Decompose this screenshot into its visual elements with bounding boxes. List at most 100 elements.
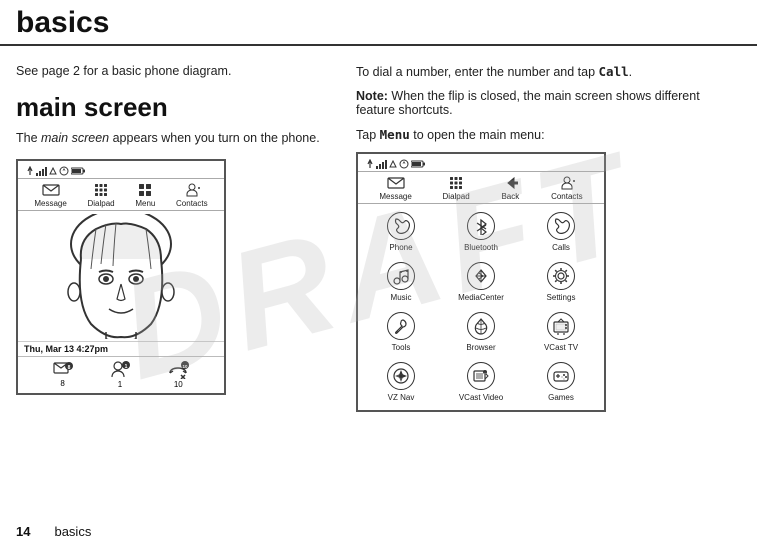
page-footer: 14 basics — [16, 524, 91, 539]
menu-browser-label: Browser — [466, 343, 495, 352]
bottom-msg-count: 8 — [60, 379, 64, 388]
phone-toolbar-labels: Message — [18, 179, 224, 211]
toolbar-menu-label: Menu — [135, 199, 155, 208]
menu-item-settings[interactable]: Settings — [522, 258, 600, 306]
menu-keyword: Menu — [380, 127, 410, 142]
vcast-video-menu-icon: + — [467, 362, 495, 390]
games-menu-icon — [547, 362, 575, 390]
svg-text:10: 10 — [183, 364, 189, 369]
footer-label: basics — [54, 524, 91, 539]
menu-item-vcast-tv[interactable]: VCast TV — [522, 308, 600, 356]
menu-games-label: Games — [548, 393, 574, 402]
page-header: basics — [0, 0, 757, 46]
call-keyword: Call — [599, 64, 629, 79]
phone-menu-icon — [387, 212, 415, 240]
svg-text:+: + — [484, 371, 486, 375]
note-paragraph: Note: When the flip is closed, the main … — [356, 89, 741, 117]
menu-settings-label: Settings — [547, 293, 576, 302]
bluetooth-menu-icon — [467, 212, 495, 240]
menu-item-browser[interactable]: Browser — [442, 308, 520, 356]
menu-toolbar-message[interactable]: Message — [379, 176, 411, 201]
note-label: Note: — [356, 89, 388, 103]
tap-text-1: Tap — [356, 128, 380, 142]
tap-instruction: Tap Menu to open the main menu: — [356, 127, 741, 142]
desc-italic: main screen — [41, 131, 109, 145]
menu-toolbar-icon — [135, 183, 155, 197]
calls-menu-icon — [547, 212, 575, 240]
menu-item-bluetooth[interactable]: Bluetooth — [442, 208, 520, 256]
note-body: When the flip is closed, the main screen… — [356, 89, 700, 117]
mediacenter-menu-icon — [467, 262, 495, 290]
settings-menu-icon — [547, 262, 575, 290]
menu-contacts-icon — [557, 176, 577, 190]
call-text-2: . — [629, 65, 632, 79]
tools-menu-icon — [387, 312, 415, 340]
section-title: main screen — [16, 92, 336, 123]
desc-part1: The — [16, 131, 41, 145]
toolbar-menu[interactable]: Menu — [135, 183, 155, 208]
menu-toolbar-back-label: Back — [501, 192, 519, 201]
toolbar-contacts-label: Contacts — [176, 199, 208, 208]
missed-badge-icon: 10 — [167, 361, 189, 379]
svg-text:8: 8 — [67, 365, 70, 371]
phone-datetime: Thu, Mar 13 4:27pm — [18, 341, 224, 356]
phone-bottom-contacts: 1 1 — [110, 361, 130, 389]
phone-bottom-icons: 8 8 1 1 — [18, 356, 224, 393]
battery-icon — [71, 167, 85, 175]
signal-bars — [36, 166, 47, 176]
vcast-tv-menu-icon — [547, 312, 575, 340]
bottom-missed-count: 10 — [174, 380, 183, 389]
phone-toolbar — [18, 161, 224, 179]
menu-toolbar-contacts-label: Contacts — [551, 192, 583, 201]
toolbar-contacts[interactable]: Contacts — [176, 183, 208, 208]
menu-item-vz-nav[interactable]: VZ Nav — [362, 358, 440, 406]
call-instruction: To dial a number, enter the number and t… — [356, 64, 741, 79]
menu-battery-icon — [411, 160, 425, 168]
menu-item-tools[interactable]: Tools — [362, 308, 440, 356]
toolbar-message-label: Message — [34, 199, 66, 208]
menu-antenna-icon — [366, 159, 374, 169]
menu-grid: Phone Bluetooth — [358, 204, 604, 410]
face-drawing — [41, 214, 201, 339]
svg-text:1: 1 — [125, 364, 128, 370]
menu-calls-label: Calls — [552, 243, 570, 252]
phone-face — [18, 211, 224, 341]
dialpad-toolbar-icon — [91, 183, 111, 197]
message-badge-icon: 8 — [53, 362, 73, 378]
menu-item-vcast-video[interactable]: + VCast Video — [442, 358, 520, 406]
menu-vcast-video-label: VCast Video — [459, 393, 503, 402]
menu-nav-icon — [399, 159, 409, 169]
menu-toolbar-back[interactable]: Back — [500, 176, 520, 201]
menu-toolbar-dialpad[interactable]: Dialpad — [443, 176, 470, 201]
menu-message-icon — [386, 176, 406, 190]
toolbar-dialpad[interactable]: Dialpad — [88, 183, 115, 208]
menu-item-calls[interactable]: Calls — [522, 208, 600, 256]
section-desc: The main screen appears when you turn on… — [16, 131, 336, 145]
intro-text: See page 2 for a basic phone diagram. — [16, 64, 336, 78]
contact-badge-icon: 1 — [110, 361, 130, 379]
menu-item-mediacenter[interactable]: MediaCenter — [442, 258, 520, 306]
toolbar-dialpad-label: Dialpad — [88, 199, 115, 208]
nav-icon — [59, 166, 69, 176]
menu-item-games[interactable]: Games — [522, 358, 600, 406]
left-column: See page 2 for a basic phone diagram. ma… — [16, 64, 336, 412]
contacts-toolbar-icon — [182, 183, 202, 197]
call-text-1: To dial a number, enter the number and t… — [356, 65, 599, 79]
menu-back-icon — [500, 176, 520, 190]
menu-item-phone[interactable]: Phone — [362, 208, 440, 256]
toolbar-message[interactable]: Message — [34, 183, 66, 208]
page-number: 14 — [16, 524, 30, 539]
tap-text-2: to open the main menu: — [410, 128, 545, 142]
menu-signal-bars — [376, 159, 387, 169]
menu-screen-mockup: Message — [356, 152, 606, 412]
menu-toolbar-labels: Message — [358, 172, 604, 204]
menu-toolbar-contacts[interactable]: Contacts — [551, 176, 583, 201]
antenna-icon — [26, 166, 34, 176]
vz-nav-menu-icon — [387, 362, 415, 390]
menu-item-music[interactable]: Music — [362, 258, 440, 306]
menu-toolbar-message-label: Message — [379, 192, 411, 201]
phone-screen-mockup: Message — [16, 159, 226, 395]
menu-dialpad-icon — [446, 176, 466, 190]
browser-menu-icon — [467, 312, 495, 340]
menu-vz-nav-label: VZ Nav — [388, 393, 415, 402]
